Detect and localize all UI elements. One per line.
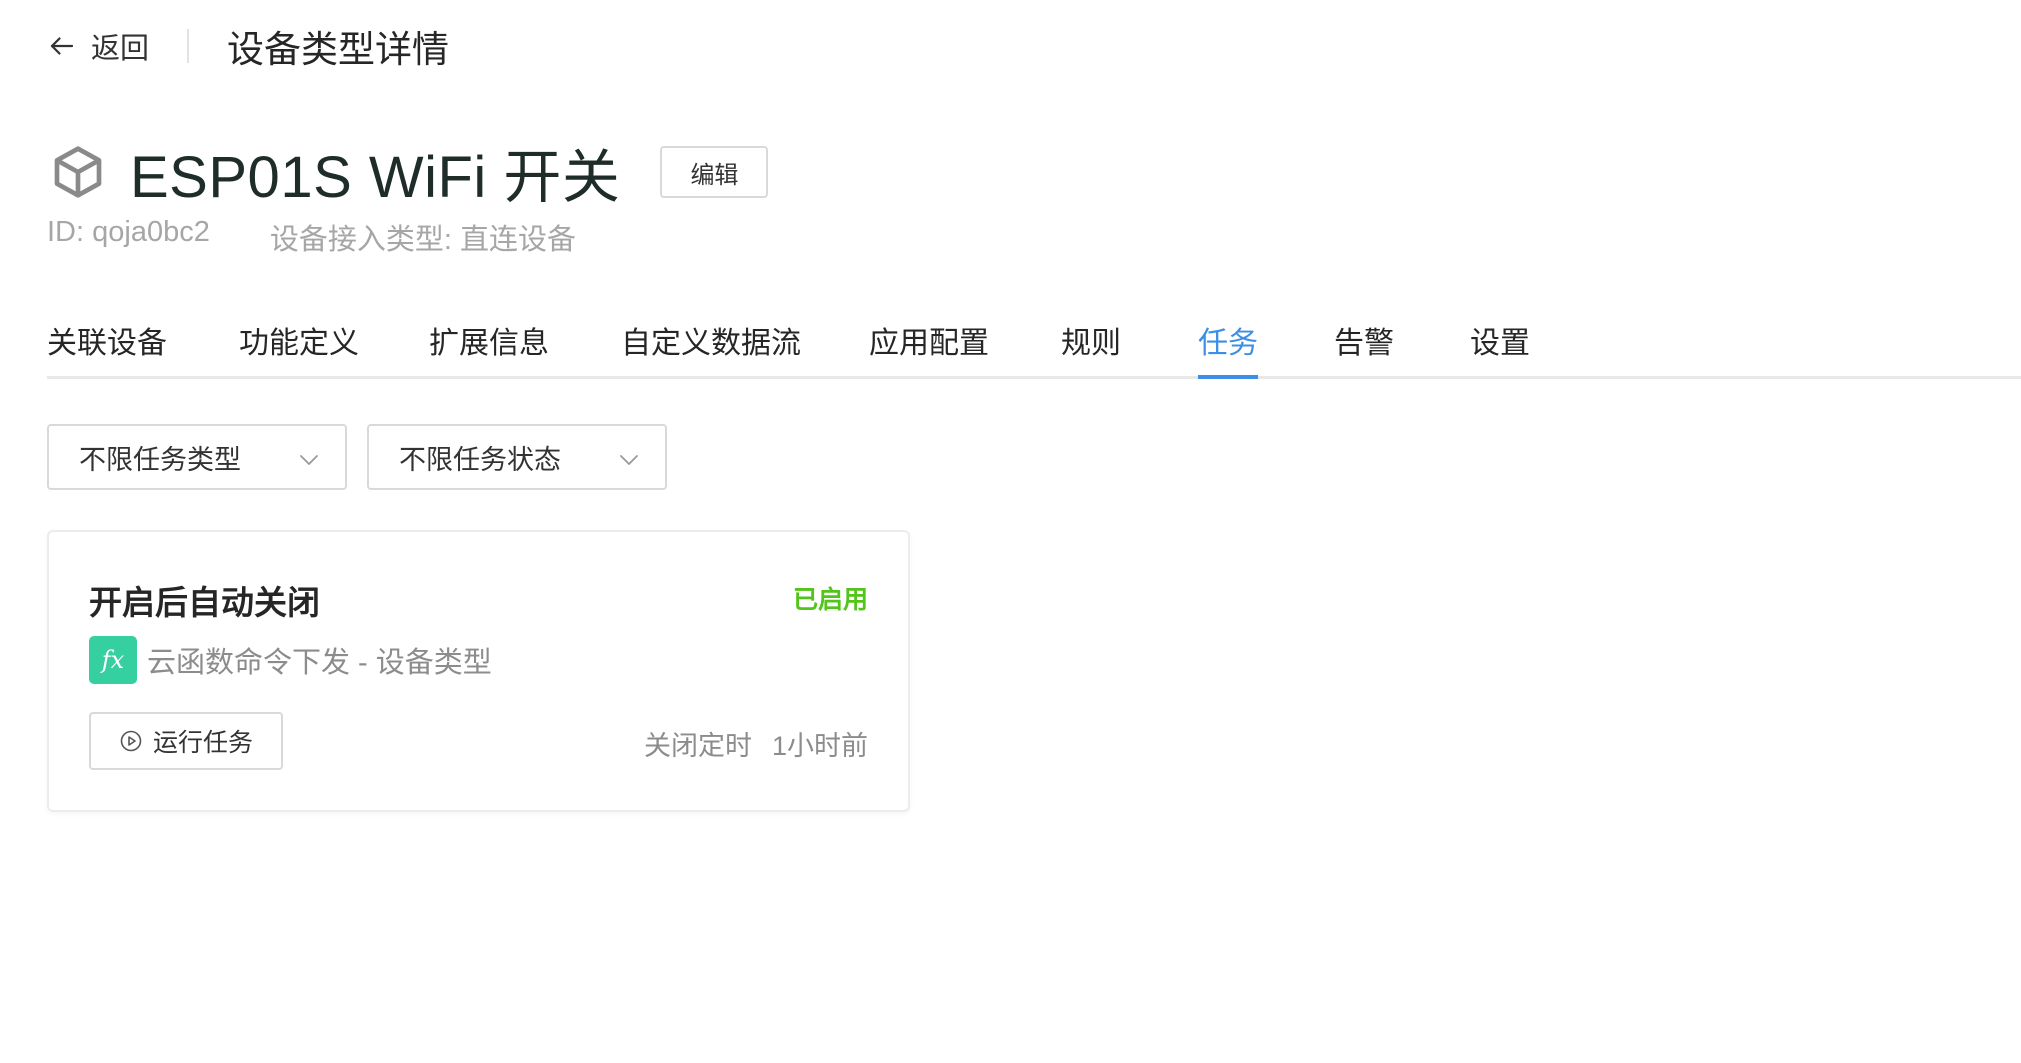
task-trigger: 关闭定时 (643, 731, 752, 761)
run-task-label: 运行任务 (152, 729, 253, 757)
run-task-button[interactable]: 运行任务 (89, 712, 283, 770)
task-card[interactable]: 开启后自动关闭 已启用 fx 云函数命令下发 - 设备类型 运行任务 关闭定时 … (47, 530, 910, 812)
fx-function-icon: fx (89, 636, 137, 684)
device-access-type: 设备接入类型: 直连设备 (269, 224, 576, 256)
header: 返回 设备类型详情 (47, 18, 449, 74)
task-status-value: 不限任务状态 (399, 444, 561, 475)
task-function-desc: 云函数命令下发 - 设备类型 (147, 647, 492, 679)
tab-alerts[interactable]: 告警 (1334, 318, 1394, 376)
arrow-left-icon (50, 37, 74, 55)
tab-rules[interactable]: 规则 (1061, 318, 1121, 376)
tab-custom-datastream[interactable]: 自定义数据流 (621, 318, 801, 376)
play-circle-icon (120, 730, 142, 752)
tab-extended-info[interactable]: 扩展信息 (429, 318, 549, 376)
task-meta: 关闭定时 1小时前 (644, 724, 868, 763)
header-divider (187, 29, 190, 63)
page: 返回 设备类型详情 ESP01S WiFi 开关 编辑 ID: qoja0bc2… (0, 0, 2021, 1063)
tab-app-config[interactable]: 应用配置 (869, 318, 989, 376)
device-meta: ID: qoja0bc2 设备接入类型: 直连设备 (47, 216, 576, 258)
device-id: ID: qoja0bc2 (47, 216, 210, 248)
cube-icon (54, 146, 102, 198)
chevron-down-icon (620, 455, 638, 465)
back-label: 返回 (91, 33, 150, 65)
device-name: ESP01S WiFi 开关 (130, 145, 621, 210)
tab-function-definition[interactable]: 功能定义 (239, 318, 359, 376)
task-type-select[interactable]: 不限任务类型 (47, 424, 347, 490)
task-title: 开启后自动关闭 (89, 584, 320, 621)
tab-bar: 关联设备 功能定义 扩展信息 自定义数据流 应用配置 规则 任务 告警 设置 (47, 310, 2021, 379)
task-type-value: 不限任务类型 (79, 444, 241, 475)
chevron-down-icon (300, 455, 318, 465)
device-title-row: ESP01S WiFi 开关 编辑 (50, 130, 769, 214)
back-button[interactable]: 返回 (47, 25, 149, 67)
tab-linked-devices[interactable]: 关联设备 (47, 318, 167, 376)
tab-tasks[interactable]: 任务 (1198, 318, 1258, 379)
status-badge: 已启用 (792, 586, 868, 614)
task-status-select[interactable]: 不限任务状态 (367, 424, 667, 490)
task-function: fx 云函数命令下发 - 设备类型 (89, 636, 492, 684)
tab-settings[interactable]: 设置 (1470, 318, 1530, 376)
page-title: 设备类型详情 (227, 29, 450, 70)
edit-button[interactable]: 编辑 (660, 146, 769, 198)
task-time: 1小时前 (771, 731, 868, 761)
